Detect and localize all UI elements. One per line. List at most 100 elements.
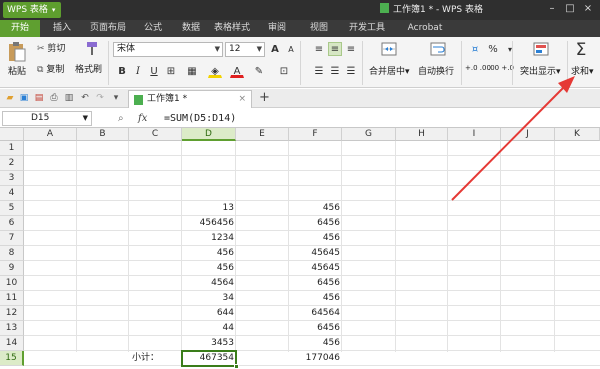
tab-8[interactable]: 视图 [300,20,338,37]
merge-center-button[interactable] [366,41,412,60]
font-size-select[interactable]: 12 ▼ [225,42,265,57]
tab-10[interactable]: Acrobat [396,20,454,37]
cell-d7[interactable]: 1234 [182,231,236,246]
fill-color-icon[interactable]: ◈ [208,64,222,78]
align-left-icon[interactable]: ☰ [312,64,326,78]
column-header-j[interactable]: J [501,128,555,141]
row-header-13[interactable]: 13 [0,321,24,336]
workbook-tab[interactable]: 工作簿1 * × [128,90,252,108]
align-bottom-icon[interactable]: ≡ [344,42,358,56]
row-header-3[interactable]: 3 [0,171,24,186]
cell-f11[interactable]: 456 [289,291,342,306]
decrease-font-icon[interactable]: A [284,42,298,56]
tab-2[interactable]: 插入 [44,20,80,37]
align-center-icon[interactable]: ☰ [328,64,342,78]
customize-toolbar-icon[interactable]: ▾ [110,92,122,104]
redo-icon[interactable]: ↷ [94,92,106,104]
cell-f15[interactable]: 177046 [289,351,342,366]
conditional-format-button[interactable] [518,41,564,60]
row-header-10[interactable]: 10 [0,276,24,291]
formula-input[interactable]: =SUM(D5:D14) [164,111,236,126]
close-icon[interactable]: × [582,3,594,15]
increase-decimal-button[interactable]: +.0 .00 [465,64,491,72]
column-header-a[interactable]: A [24,128,77,141]
column-header-k[interactable]: K [555,128,600,141]
borders-icon[interactable]: ⊞ [164,64,178,78]
copy-button[interactable]: ⧉ 复制 [37,64,64,76]
new-tab-button[interactable]: + [259,89,270,107]
minimize-icon[interactable]: – [546,3,558,15]
cell-f10[interactable]: 6456 [289,276,342,291]
tab-1[interactable]: 开始 [0,20,40,37]
increase-font-icon[interactable]: A [268,42,282,56]
row-header-15[interactable]: 15 [0,351,24,366]
cell-f6[interactable]: 6456 [289,216,342,231]
cell-d14[interactable]: 3453 [182,336,236,351]
column-header-f[interactable]: F [289,128,342,141]
wrap-text-button[interactable] [418,41,458,60]
cell-f9[interactable]: 45645 [289,261,342,276]
font-settings-icon[interactable]: ⊡ [277,64,291,78]
app-menu-button[interactable]: WPS 表格 ▾ [3,2,62,18]
row-header-12[interactable]: 12 [0,306,24,321]
cell-f13[interactable]: 6456 [289,321,342,336]
maximize-icon[interactable]: □ [564,3,576,15]
zoom-icon[interactable]: ⌕ [118,111,124,126]
row-header-11[interactable]: 11 [0,291,24,306]
column-header-g[interactable]: G [342,128,396,141]
currency-icon[interactable]: ¤ [466,42,484,56]
cell-f7[interactable]: 456 [289,231,342,246]
row-header-2[interactable]: 2 [0,156,24,171]
cell-d10[interactable]: 4564 [182,276,236,291]
pdf-export-icon[interactable]: ▤ [33,92,45,104]
save-icon[interactable]: ▣ [18,92,30,104]
row-header-7[interactable]: 7 [0,231,24,246]
tab-3[interactable]: 页面布局 [83,20,133,37]
paste-button[interactable]: 粘贴 [4,41,30,85]
column-header-e[interactable]: E [236,128,289,141]
align-top-icon[interactable]: ≡ [312,42,326,56]
row-header-8[interactable]: 8 [0,246,24,261]
tab-4[interactable]: 公式 [136,20,170,37]
column-header-h[interactable]: H [396,128,448,141]
percent-button[interactable]: % [486,42,500,56]
clear-format-icon[interactable]: ✎ [252,64,266,78]
cell-d11[interactable]: 34 [182,291,236,306]
tab-7[interactable]: 审阅 [257,20,297,37]
align-right-icon[interactable]: ☰ [344,64,358,78]
format-painter-button[interactable] [79,41,105,61]
italic-button[interactable]: I [131,64,145,78]
undo-icon[interactable]: ↶ [79,92,91,104]
font-name-select[interactable]: 宋体 ▼ [113,42,223,57]
row-header-1[interactable]: 1 [0,141,24,156]
row-header-14[interactable]: 14 [0,336,24,351]
sum-button[interactable]: 求和▾ [571,66,594,78]
tab-9[interactable]: 开发工具 [341,20,393,37]
row-header-6[interactable]: 6 [0,216,24,231]
row-header-9[interactable]: 9 [0,261,24,276]
column-header-b[interactable]: B [77,128,129,141]
function-icon[interactable]: fx [138,111,147,126]
print-preview-icon[interactable]: ▥ [63,92,75,104]
subtotal-label[interactable]: 小计： [129,351,182,366]
row-header-4[interactable]: 4 [0,186,24,201]
bold-button[interactable]: B [115,64,129,78]
print-icon[interactable]: ⎙ [48,92,60,104]
cell-d8[interactable]: 456 [182,246,236,261]
cell-d13[interactable]: 44 [182,321,236,336]
thousands-separator-icon[interactable]: ▾ [503,42,517,56]
tab-6[interactable]: 表格样式 [210,20,254,37]
spreadsheet-grid[interactable]: A B C D E F G H I J K 1 2 3 4 5 13 456 6 456456 6456 7 1234 456… [0,128,600,369]
font-color-icon[interactable]: A [230,64,244,78]
cut-button[interactable]: ✂ 剪切 [37,43,65,55]
underline-button[interactable]: U [147,64,161,78]
cell-d5[interactable]: 13 [182,201,236,216]
align-middle-icon[interactable]: ≡ [328,42,342,56]
sum-icon[interactable]: Σ [571,40,591,60]
cell-d6[interactable]: 456456 [182,216,236,231]
column-header-i[interactable]: I [448,128,501,141]
cell-d9[interactable]: 456 [182,261,236,276]
cell-f5[interactable]: 456 [289,201,342,216]
tab-5[interactable]: 数据 [174,20,208,37]
layout-icon[interactable]: ▦ [185,64,199,78]
